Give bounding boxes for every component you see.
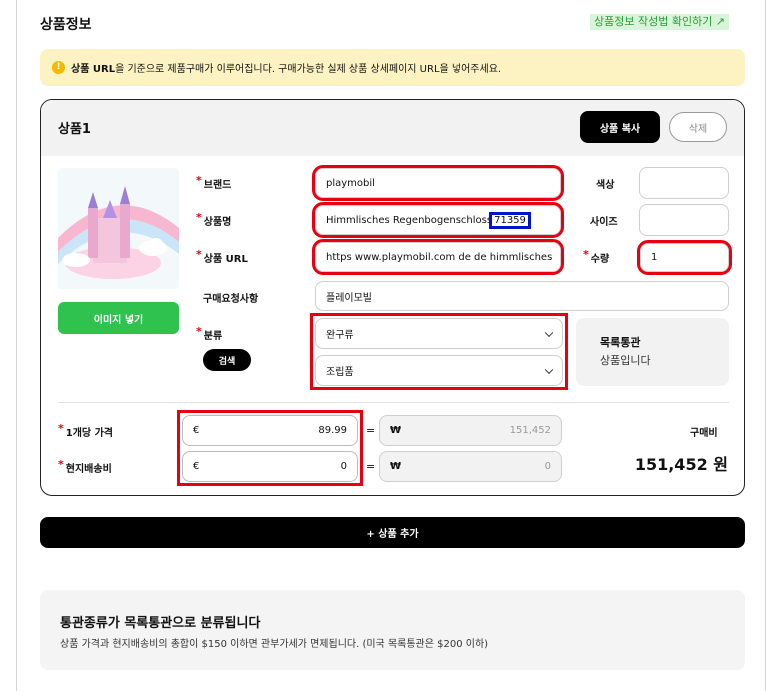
- chevron-down-icon: [544, 328, 554, 337]
- url-label: * 상품 URL: [196, 248, 248, 265]
- quantity-label: * 수량: [583, 248, 610, 265]
- category-main-value: 완구류: [326, 330, 354, 341]
- unit-price-input[interactable]: € 89.99: [182, 415, 358, 446]
- category-sub-select[interactable]: 조립품: [315, 355, 563, 386]
- frame-left-border: [16, 0, 17, 691]
- shipping-krw-value: 0: [544, 461, 551, 472]
- won-symbol: ₩: [390, 425, 402, 436]
- shipping-label: * 현지배송비: [58, 458, 112, 475]
- shipping-value: 0: [340, 461, 347, 472]
- customs-info-title: 통관종류가 목록통관으로 분류됩니다: [60, 616, 261, 631]
- equals-sign: =: [366, 424, 376, 437]
- castle-illustration: [58, 168, 179, 289]
- euro-symbol: €: [193, 425, 200, 436]
- category-label: * 분류: [196, 325, 223, 342]
- unit-price-krw-value: 151,452: [509, 425, 551, 436]
- delete-product-button[interactable]: 삭제: [669, 112, 727, 142]
- unit-price-label: * 1개당 가격: [58, 422, 114, 439]
- quantity-input[interactable]: 1: [637, 240, 732, 275]
- frame-right-border: [765, 0, 766, 691]
- info-icon: !: [52, 61, 65, 74]
- section-title: 상품정보: [40, 17, 92, 33]
- category-main-select[interactable]: 완구류: [315, 318, 563, 349]
- brand-input[interactable]: playmobil: [312, 165, 564, 201]
- guide-link[interactable]: 상품정보 작성법 확인하기 ↗: [590, 14, 730, 30]
- customs-info-text: 상품 가격과 현지배송비의 총합이 $150 이하면 관부가세가 면제됩니다. …: [60, 639, 489, 650]
- name-label: * 상품명: [196, 211, 232, 228]
- add-product-button[interactable]: + 상품 추가: [40, 517, 745, 548]
- category-search-button[interactable]: 검색: [203, 349, 251, 371]
- notice-bold: 상품 URL: [71, 64, 116, 75]
- copy-product-button[interactable]: 상품 복사: [580, 111, 660, 143]
- price-divider: [58, 402, 729, 403]
- shipping-input[interactable]: € 0: [182, 451, 358, 482]
- add-image-button[interactable]: 이미지 넣기: [58, 302, 179, 334]
- category-sub-value: 조립품: [326, 367, 354, 378]
- product-name-text: Himmlisches Regenbogenschloss: [326, 214, 493, 226]
- customs-type-sub: 상품입니다: [600, 354, 651, 367]
- product-title: 상품1: [58, 122, 91, 137]
- customs-type-box: [576, 318, 729, 386]
- purchase-total: 151,452 원: [634, 455, 728, 474]
- size-label: 사이즈: [590, 217, 618, 228]
- color-input[interactable]: [639, 167, 729, 199]
- euro-symbol: €: [193, 461, 200, 472]
- product-name-code: 71359: [489, 211, 531, 229]
- size-input[interactable]: [639, 204, 729, 236]
- unit-price-value: 89.99: [318, 425, 347, 436]
- purchase-label: 구매비: [690, 428, 718, 439]
- product-image: [58, 168, 179, 289]
- brand-label: * 브랜드: [196, 174, 232, 191]
- equals-sign: =: [366, 460, 376, 473]
- customs-type-title: 목록통관: [600, 336, 641, 349]
- chevron-down-icon: [544, 365, 554, 374]
- request-label: 구매요청사항: [203, 294, 259, 305]
- color-label: 색상: [596, 180, 615, 191]
- product-name-input[interactable]: Himmlisches Regenbogenschloss 71359: [312, 202, 564, 238]
- unit-price-krw: ₩ 151,452: [379, 415, 562, 446]
- product-url-input[interactable]: https www.playmobil.com de de himmlische…: [312, 239, 564, 275]
- request-input[interactable]: 플레이모빌: [315, 281, 729, 311]
- won-symbol: ₩: [390, 461, 402, 472]
- shipping-krw: ₩ 0: [379, 451, 562, 482]
- notice-banner: ! 상품 URL 을 기준으로 제품구매가 이루어집니다. 구매가능한 실제 상…: [40, 49, 745, 86]
- notice-text: 을 기준으로 제품구매가 이루어집니다. 구매가능한 실제 상품 상세페이지 U…: [115, 64, 502, 75]
